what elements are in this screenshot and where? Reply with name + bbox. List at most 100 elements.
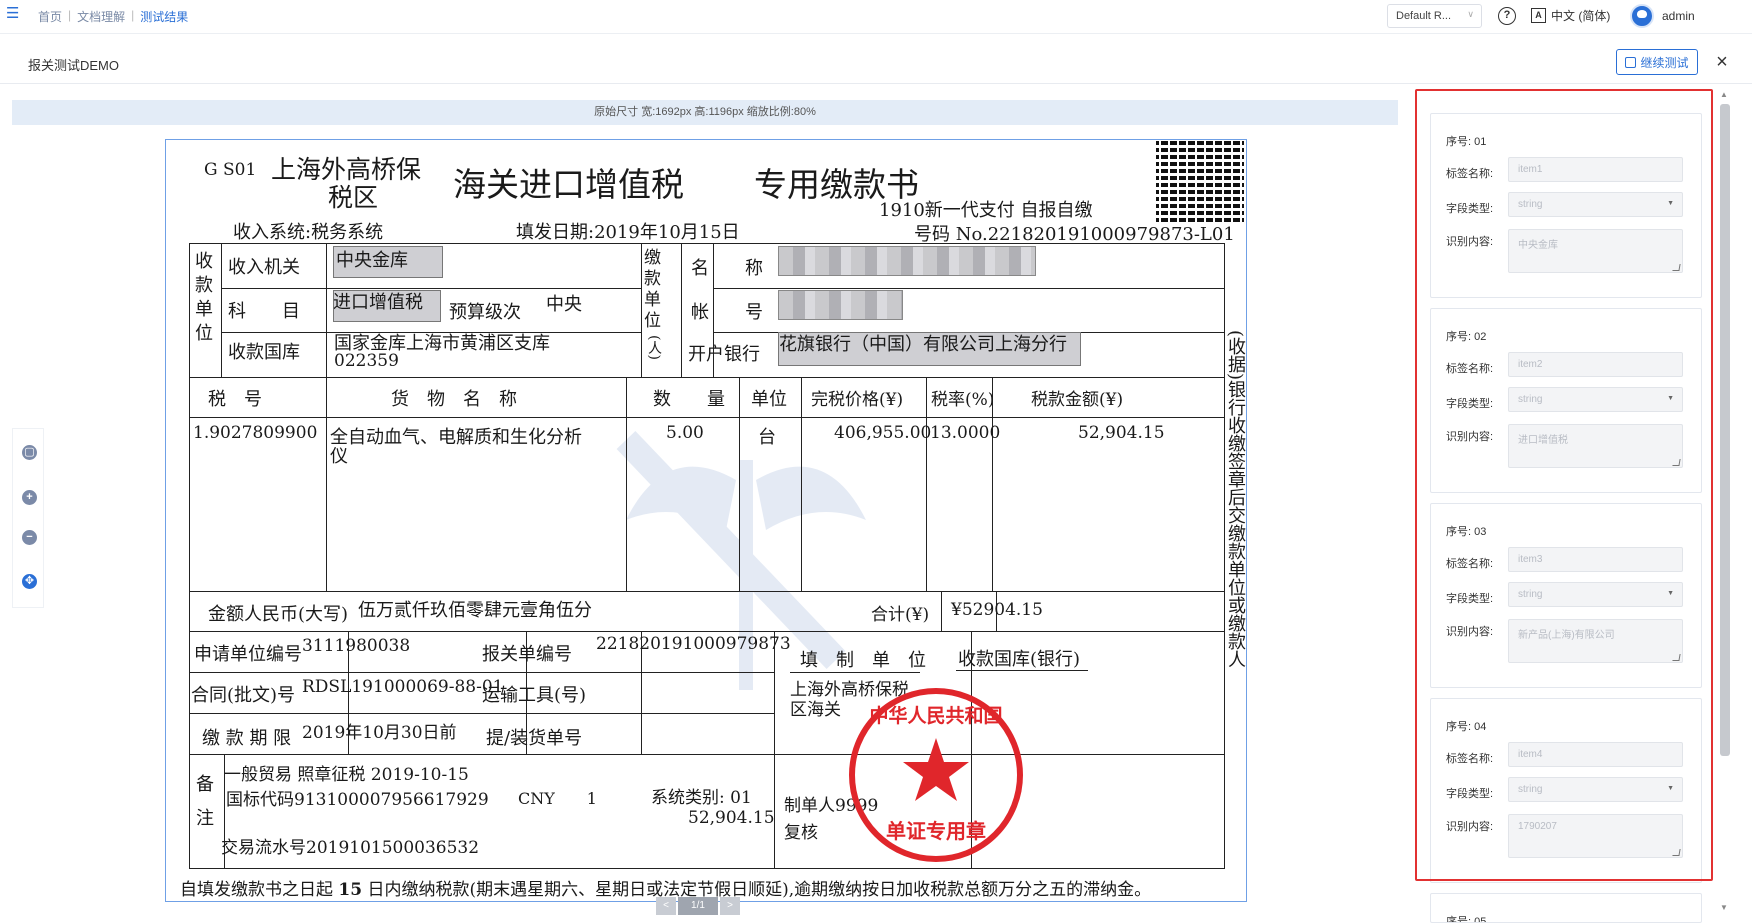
- header-unit: 单位: [751, 389, 787, 410]
- declaration-no-label: 报关单编号: [482, 644, 572, 665]
- subject: 进口增值税: [333, 292, 423, 313]
- header-tax-no: 税 号: [208, 389, 262, 410]
- field-card-5: 序号: 05: [1430, 893, 1702, 923]
- customs-name-line2: 税区: [328, 183, 379, 212]
- scrollbar[interactable]: [1720, 104, 1730, 756]
- chevron-down-icon: ▼: [1667, 200, 1674, 207]
- content-label: 识别内容:: [1446, 821, 1494, 833]
- tag-label: 标签名称:: [1446, 558, 1494, 570]
- tag-label: 标签名称:: [1446, 753, 1494, 765]
- deadline: 2019年10月30日前: [302, 723, 457, 743]
- remark-system: 系统类别: 01: [651, 788, 752, 808]
- tag-input[interactable]: item1: [1508, 157, 1683, 182]
- applicant-no: 3111980038: [302, 636, 411, 656]
- tag-input[interactable]: item4: [1508, 742, 1683, 767]
- type-select[interactable]: string ▼: [1508, 192, 1683, 217]
- menu-icon[interactable]: ☰: [6, 6, 22, 21]
- zoom-out-icon[interactable]: −: [22, 530, 37, 545]
- profile-select[interactable]: Default R... ∨: [1387, 4, 1482, 28]
- svg-text:单证专用章: 单证专用章: [886, 819, 986, 843]
- scroll-down-icon[interactable]: ▼: [1720, 903, 1728, 912]
- seq: 序号: 02: [1446, 331, 1487, 343]
- fill-date: 填发日期:2019年10月15日: [516, 222, 740, 243]
- next-page-button[interactable]: >: [720, 897, 740, 915]
- remark-amount: 52,904.15: [688, 808, 775, 828]
- type-label: 字段类型:: [1446, 788, 1494, 800]
- tag-label: 标签名称:: [1446, 168, 1494, 180]
- pager: < 1/1 >: [656, 897, 740, 915]
- cell-tax-no: 1.9027809900: [193, 423, 318, 443]
- seq: 序号: 03: [1446, 526, 1487, 538]
- doc-icon: [1625, 56, 1637, 68]
- breadcrumb-home[interactable]: 首页: [38, 8, 62, 25]
- cell-goods-2: 仪: [330, 446, 348, 467]
- budget-level-label: 预算级次: [449, 302, 521, 323]
- top-bar: ☰ 首页 | 文档理解 | 测试结果 Default R... ∨ ? A 中文 (简体…: [0, 0, 1752, 34]
- resize-handle-icon: [1672, 264, 1681, 271]
- cell-tax: 52,904.15: [1078, 423, 1165, 443]
- type-select[interactable]: string ▼: [1508, 582, 1683, 607]
- prev-page-button[interactable]: <: [656, 897, 676, 915]
- payer-label: 缴款单位: [644, 248, 661, 331]
- language-switch[interactable]: A 中文 (简体): [1531, 7, 1610, 24]
- remark-currency: CNY 1: [518, 789, 597, 808]
- help-icon[interactable]: ?: [1498, 7, 1516, 25]
- resize-handle-icon: [1672, 654, 1681, 661]
- name-label: 名 称: [691, 258, 763, 279]
- continue-test-button[interactable]: 继续测试: [1616, 49, 1698, 75]
- treasury-bank-label: 收款国库(银行): [958, 649, 1081, 670]
- type-select[interactable]: string ▼: [1508, 387, 1683, 412]
- content-textarea[interactable]: 进口增值税: [1508, 424, 1683, 468]
- breadcrumb-test-result[interactable]: 测试结果: [140, 8, 188, 25]
- seq: 序号: 05: [1446, 916, 1487, 923]
- type-label: 字段类型:: [1446, 203, 1494, 215]
- zoom-toolbar: ▢ + − ✥: [12, 428, 44, 608]
- header-qty: 数 量: [653, 389, 725, 410]
- tag-input[interactable]: item2: [1508, 352, 1683, 377]
- breadcrumb-doc-understanding[interactable]: 文档理解: [77, 8, 125, 25]
- resize-handle-icon: [1672, 849, 1681, 856]
- type-select[interactable]: string ▼: [1508, 777, 1683, 802]
- fit-icon[interactable]: ▢: [22, 445, 37, 460]
- content-textarea[interactable]: 中央金库: [1508, 229, 1683, 273]
- reviewer: 复核: [784, 823, 818, 843]
- field-card-4: 序号: 04 标签名称: item4 字段类型: string ▼ 识别内容: 1…: [1430, 698, 1702, 883]
- budget-level: 中央: [546, 294, 582, 315]
- treasury-code: 022359: [334, 351, 399, 371]
- zoom-in-icon[interactable]: +: [22, 490, 37, 505]
- tag-label: 标签名称:: [1446, 363, 1494, 375]
- scroll-up-icon[interactable]: ▲: [1720, 90, 1728, 99]
- username[interactable]: admin: [1662, 9, 1695, 23]
- profile-select-value: Default R...: [1396, 10, 1452, 22]
- move-icon[interactable]: ✥: [22, 574, 37, 589]
- remark-serial: 交易流水号2019101500036532: [221, 838, 480, 858]
- applicant-no-label: 申请单位编号: [194, 644, 302, 665]
- document-image: G S01 上海外高桥保 税区 海关进口增值税 专用缴款书 1910新一代支付 …: [165, 139, 1247, 902]
- receipt-side-note: (收据)银行收缴签章后交缴款单位或缴款人: [1225, 330, 1246, 669]
- header-tax: 税款金额(¥): [1031, 390, 1124, 410]
- amount-words-label: 金额人民币(大写): [208, 604, 349, 625]
- avatar[interactable]: [1630, 4, 1654, 28]
- receiving-org-label: 收入机关: [228, 257, 300, 278]
- resize-handle-icon: [1672, 459, 1681, 466]
- tag-input[interactable]: item3: [1508, 547, 1683, 572]
- close-button[interactable]: ×: [1712, 52, 1732, 73]
- qr-code: [1156, 140, 1244, 222]
- transport-label: 运输工具(号): [482, 685, 587, 706]
- content-textarea[interactable]: 1790207: [1508, 814, 1683, 858]
- income-system: 收入系统:税务系统: [233, 222, 384, 243]
- payment-type: 1910新一代支付 自报自缴: [879, 200, 1093, 221]
- total-label: 合计(¥): [871, 605, 930, 625]
- bank: 花旗银行（中国）有限公司上海分行: [779, 334, 1067, 355]
- breadcrumb-separator: |: [68, 8, 72, 22]
- content-textarea[interactable]: 新产品(上海)有限公司: [1508, 619, 1683, 663]
- bank-label: 开户银行: [688, 344, 760, 365]
- seq: 序号: 04: [1446, 721, 1487, 733]
- chevron-down-icon: ∨: [1467, 9, 1474, 19]
- cell-unit: 台: [758, 427, 776, 448]
- header-value: 完税价格(¥): [811, 390, 904, 410]
- continue-test-label: 继续测试: [1640, 55, 1689, 70]
- type-label: 字段类型:: [1446, 398, 1494, 410]
- treasury-label: 收款国库: [228, 342, 300, 363]
- declaration-no: 221820191000979873: [596, 634, 791, 654]
